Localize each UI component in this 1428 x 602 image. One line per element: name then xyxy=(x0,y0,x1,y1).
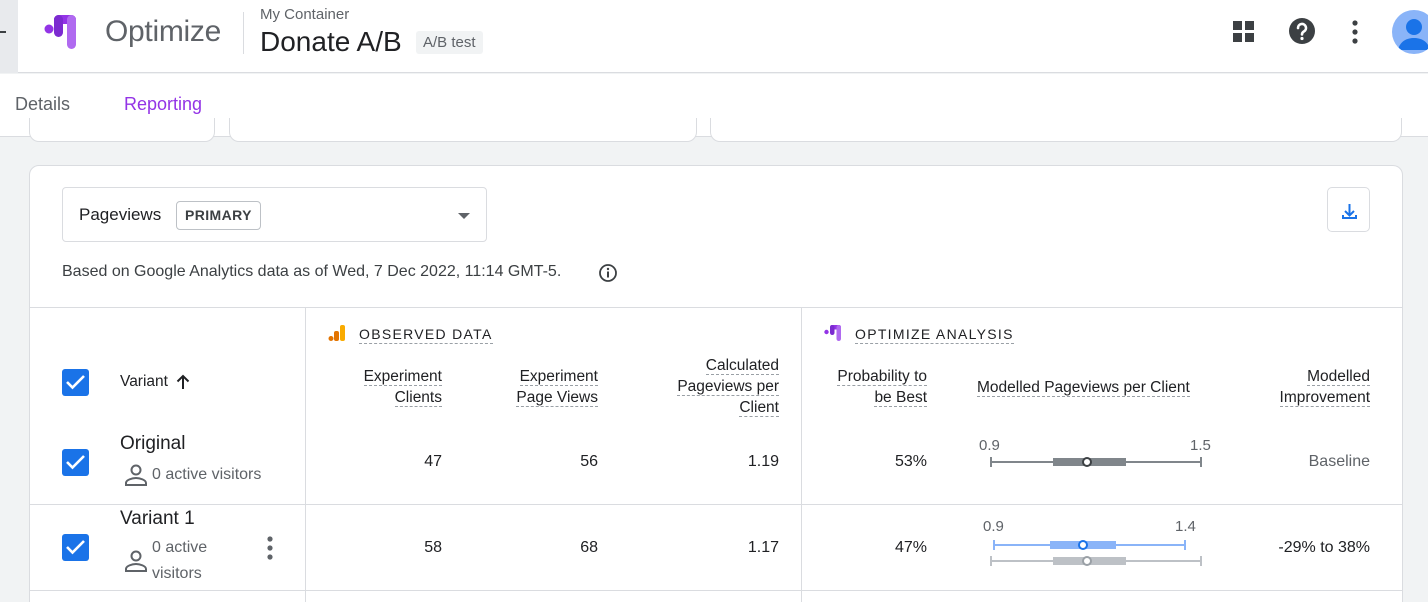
modelled-improvement-value: -29% to 38% xyxy=(1278,539,1370,556)
modelled-improvement-value: Baseline xyxy=(1308,453,1370,470)
experiment-clients-value: 58 xyxy=(424,539,442,556)
calculated-pageviews-value: 1.19 xyxy=(747,453,779,470)
probability-to-be-best-header[interactable]: Probability to be Best xyxy=(837,366,927,408)
variant-menu-icon[interactable] xyxy=(266,535,274,561)
header-divider xyxy=(243,12,244,54)
modelled-range-chart[interactable] xyxy=(988,537,1204,569)
header-line: Modelled Pageviews per Client xyxy=(977,379,1190,397)
select-all-checkbox[interactable] xyxy=(62,369,89,396)
header-line: Clients xyxy=(394,389,442,407)
primary-badge: PRIMARY xyxy=(176,201,261,230)
experiment-type-badge: A/B test xyxy=(416,31,483,54)
summary-card xyxy=(29,118,215,142)
active-visitors-line: visitors xyxy=(152,565,202,582)
table-top-border xyxy=(30,307,1402,308)
header-line: Improvement xyxy=(1279,389,1370,407)
header-line: be Best xyxy=(874,389,927,407)
modelled-pageviews-header[interactable]: Modelled Pageviews per Client xyxy=(977,377,1190,398)
probability-value: 53% xyxy=(894,453,927,470)
help-icon[interactable] xyxy=(1288,17,1316,45)
metric-select[interactable]: Pageviews PRIMARY xyxy=(62,187,487,242)
person-icon xyxy=(125,464,147,486)
more-vert-icon[interactable] xyxy=(1345,19,1365,45)
calculated-pageviews-value: 1.17 xyxy=(747,539,779,556)
column-divider xyxy=(305,307,306,602)
tab-details[interactable]: Details xyxy=(15,94,70,115)
tab-reporting[interactable]: Reporting xyxy=(124,94,202,115)
active-visitors-line: 0 active xyxy=(152,539,208,556)
row-divider xyxy=(30,590,1402,591)
summary-card xyxy=(229,118,697,142)
product-name: Optimize xyxy=(105,15,221,48)
row-checkbox[interactable] xyxy=(62,534,89,561)
row-checkbox[interactable] xyxy=(62,449,89,476)
observed-data-heading: OBSERVED DATA xyxy=(359,326,493,344)
range-low-label: 0.9 xyxy=(983,518,1004,535)
range-low-label: 0.9 xyxy=(979,437,1000,454)
header-line: Experiment xyxy=(519,368,598,386)
experiment-page-views-header[interactable]: Experiment Page Views xyxy=(516,366,598,408)
dropdown-arrow-icon xyxy=(458,213,470,219)
experiment-clients-header[interactable]: Experiment Clients xyxy=(363,366,442,408)
header-line: Calculated xyxy=(705,357,779,375)
experiment-clients-value: 47 xyxy=(424,453,442,470)
range-high-label: 1.5 xyxy=(1190,437,1211,454)
analytics-icon xyxy=(328,325,345,341)
info-icon[interactable] xyxy=(598,263,618,283)
header-line: Modelled xyxy=(1307,368,1370,386)
account-avatar[interactable] xyxy=(1392,10,1428,54)
range-high-label: 1.4 xyxy=(1175,518,1196,535)
active-visitors: 0 active visitors xyxy=(152,535,207,587)
header-line: Experiment xyxy=(363,368,442,386)
check-icon xyxy=(66,455,85,470)
download-icon xyxy=(1342,204,1357,219)
optimize-small-icon xyxy=(824,325,841,341)
header-line: Pageviews per xyxy=(677,378,779,396)
calculated-pageviews-header[interactable]: Calculated Pageviews per Client xyxy=(677,355,779,418)
summary-card xyxy=(710,118,1402,142)
header-line: Probability to xyxy=(837,368,927,386)
person-avatar-icon xyxy=(1398,19,1428,50)
sort-ascending-icon[interactable] xyxy=(175,373,191,391)
experiment-name: Donate A/B xyxy=(260,26,402,57)
column-divider xyxy=(801,307,802,602)
variant-column-header[interactable]: Variant xyxy=(120,373,168,391)
modelled-range-chart[interactable] xyxy=(988,454,1204,470)
probability-value: 47% xyxy=(894,539,927,556)
data-freshness-note: Based on Google Analytics data as of Wed… xyxy=(62,263,562,280)
row-divider xyxy=(30,504,1402,505)
check-icon xyxy=(66,540,85,555)
experiment-page-views-value: 68 xyxy=(580,539,598,556)
header-line: Client xyxy=(739,399,779,417)
variant-name: Variant 1 xyxy=(120,508,195,529)
apps-icon[interactable] xyxy=(1232,20,1256,44)
variant-name: Original xyxy=(120,433,186,454)
container-name[interactable]: My Container xyxy=(260,6,349,23)
check-icon xyxy=(66,375,85,390)
download-button[interactable] xyxy=(1327,187,1370,232)
experiment-page-views-value: 56 xyxy=(580,453,598,470)
active-visitors: 0 active visitors xyxy=(152,466,262,483)
modelled-improvement-header[interactable]: Modelled Improvement xyxy=(1279,366,1370,408)
optimize-analysis-heading: OPTIMIZE ANALYSIS xyxy=(855,326,1014,344)
side-nav-edge[interactable] xyxy=(0,0,18,73)
top-app-bar: Optimize My Container Donate A/B A/B tes… xyxy=(0,0,1428,73)
report-card: Pageviews PRIMARY Based on Google Analyt… xyxy=(29,165,1403,602)
optimize-logo-icon xyxy=(44,15,76,49)
person-icon xyxy=(125,550,147,572)
header-line: Page Views xyxy=(516,389,598,407)
metric-label: Pageviews xyxy=(79,205,162,224)
